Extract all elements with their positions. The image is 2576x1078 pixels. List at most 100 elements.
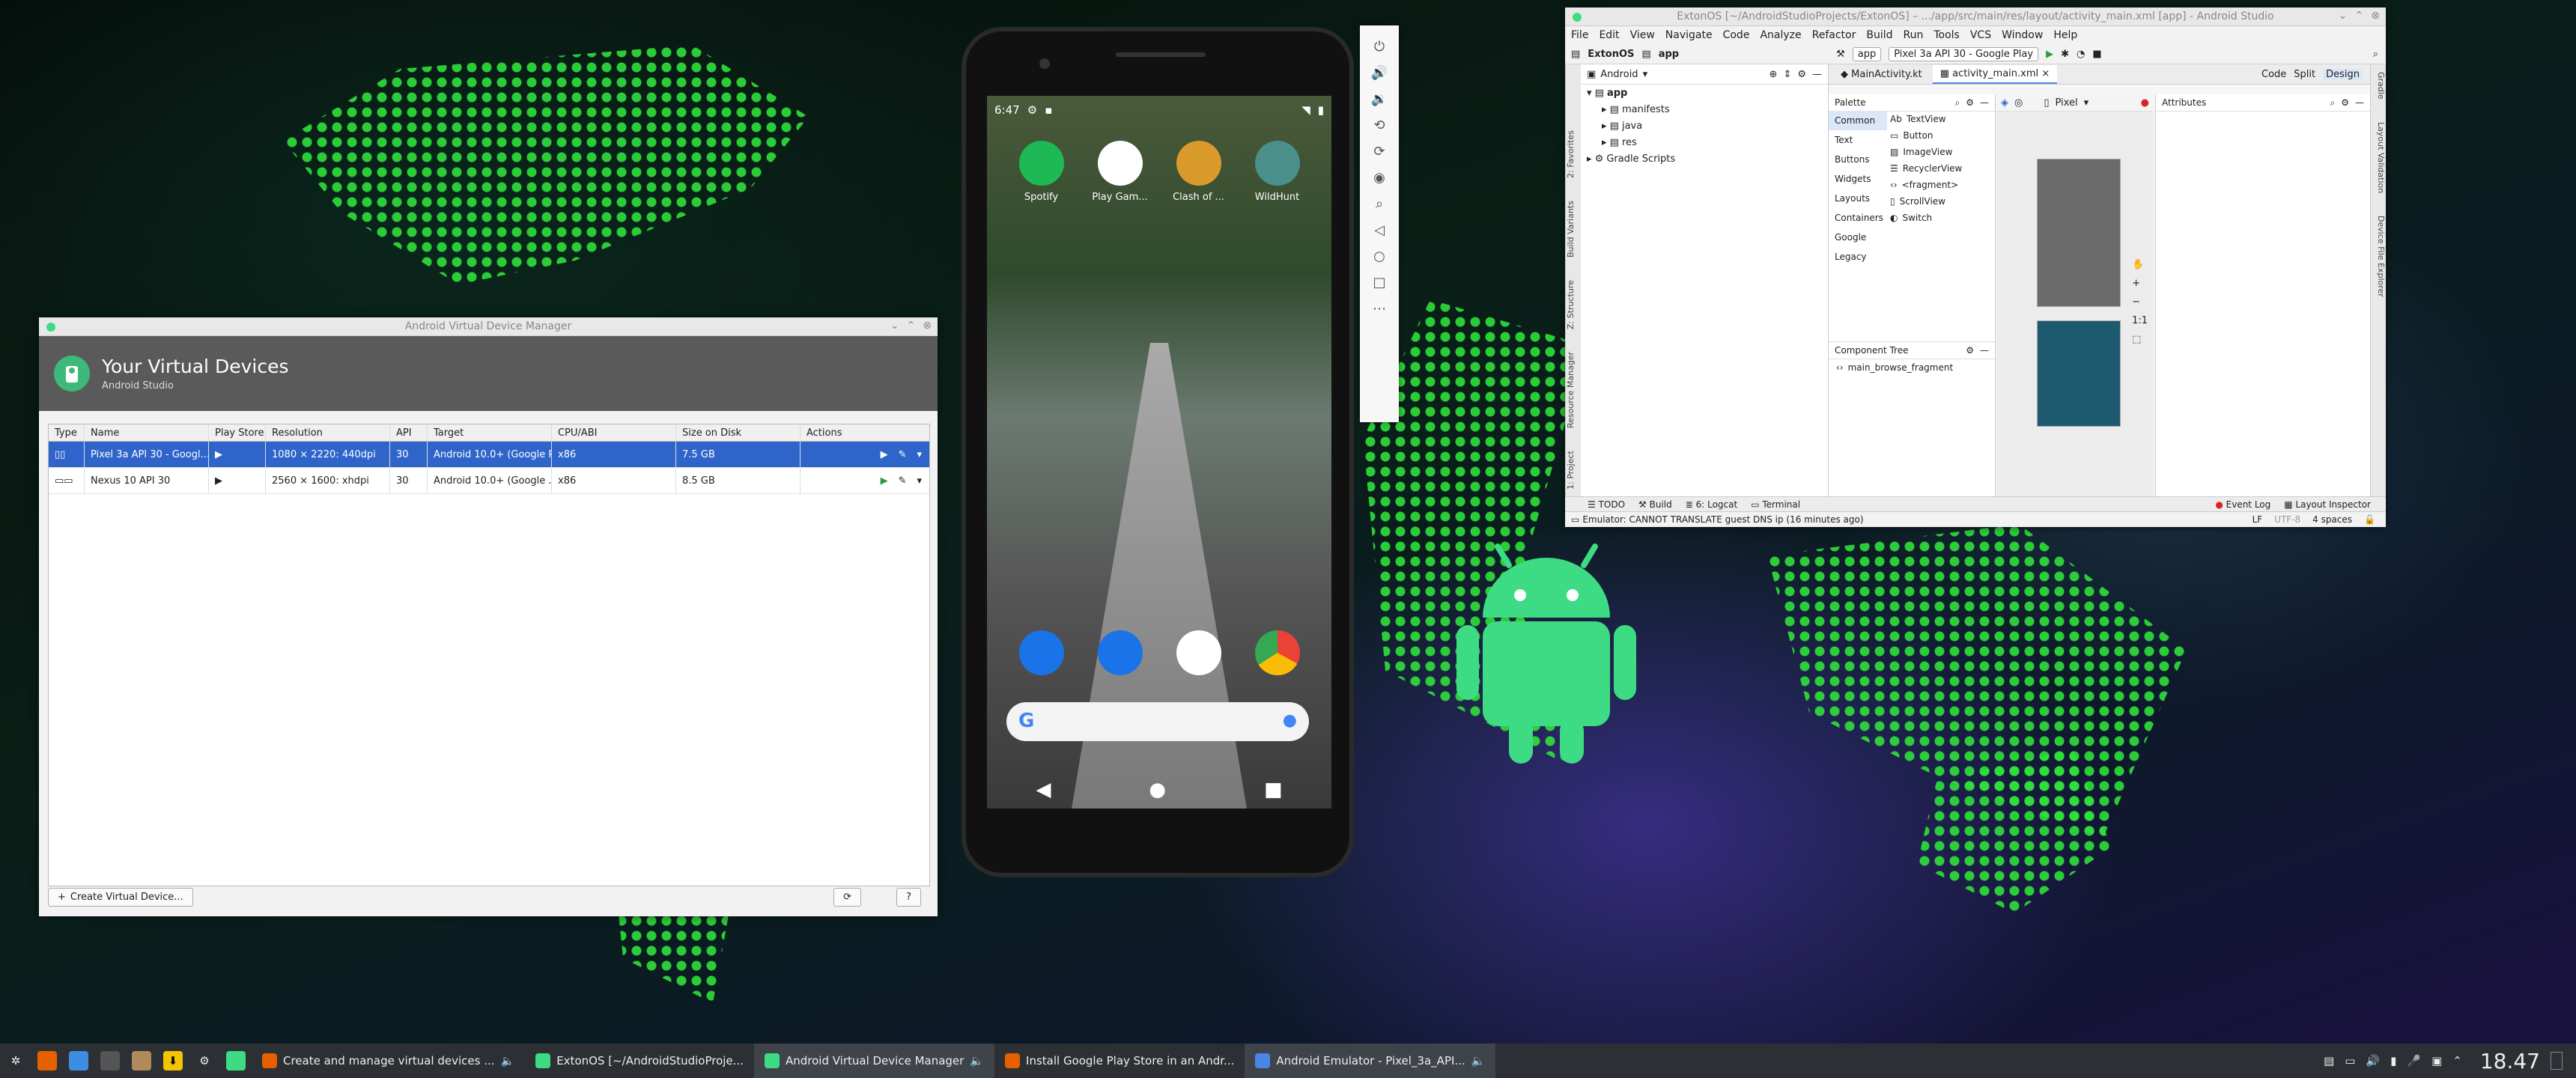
hide-icon[interactable]: — — [2355, 97, 2364, 109]
stop-icon[interactable]: ■ — [2092, 49, 2101, 60]
layers-icon[interactable]: ◈ — [2001, 97, 2008, 109]
avd-titlebar[interactable]: Android Virtual Device Manager ⌄ ⌃ ⊗ — [39, 317, 938, 336]
file-manager-icon[interactable] — [69, 1051, 88, 1071]
column-header[interactable]: Target — [428, 424, 552, 441]
firefox-icon[interactable] — [37, 1051, 57, 1071]
tab-activity-main[interactable]: ▦ activity_main.xml × — [1932, 64, 2058, 84]
display-icon[interactable]: ▭ — [2345, 1054, 2355, 1068]
table-row[interactable]: ▯▯ Pixel 3a API 30 - Googl... ▶ 1080 × 2… — [49, 442, 929, 468]
android-studio-window[interactable]: ExtonOS [~/AndroidStudioProjects/ExtonOS… — [1565, 7, 2386, 527]
android-studio-launcher-icon[interactable] — [226, 1051, 246, 1071]
overview-control-icon[interactable]: □ — [1373, 275, 1385, 290]
column-header[interactable]: Play Store — [209, 424, 266, 441]
network-icon[interactable]: ▣ — [2431, 1054, 2442, 1068]
rotate-right-icon[interactable]: ⟳ — [1373, 144, 1385, 159]
palette-category[interactable]: Google — [1829, 228, 1887, 247]
menu-refactor[interactable]: Refactor — [1812, 29, 1856, 41]
strip-favorites[interactable]: 2: Favorites — [1566, 130, 1581, 178]
show-desktop-button[interactable] — [2551, 1052, 2563, 1070]
play-store-app-icon[interactable] — [1176, 630, 1221, 675]
search-icon[interactable]: ⌕ — [2330, 97, 2336, 109]
column-header[interactable]: Name — [85, 424, 209, 441]
launch-icon[interactable]: ▶ — [881, 449, 888, 460]
phone-dialer-icon[interactable] — [1018, 630, 1064, 675]
create-virtual-device-button[interactable]: + Create Virtual Device... — [48, 888, 193, 907]
breadcrumb-module[interactable]: app — [1659, 49, 1679, 60]
archive-icon[interactable] — [132, 1051, 151, 1071]
home-icon[interactable]: ● — [1149, 779, 1166, 801]
edit-icon[interactable]: ✎ — [899, 449, 907, 460]
back-icon[interactable]: ◀ — [1036, 779, 1051, 801]
design-preview[interactable] — [2037, 159, 2121, 307]
blueprint-preview[interactable] — [2037, 320, 2121, 427]
menu-window[interactable]: Window — [2002, 29, 2043, 41]
chrome-icon[interactable] — [1254, 630, 1300, 675]
design-surface[interactable]: ◈ ◎ ▯ Pixel ▾ ● ✋ + − 1:1 ⬚ — [1996, 94, 2154, 497]
project-view-select[interactable]: Android — [1600, 69, 1638, 80]
terminal-icon[interactable] — [100, 1051, 120, 1071]
messages-icon[interactable] — [1097, 630, 1143, 675]
task-avd-manager[interactable]: Android Virtual Device Manager 🔈 — [753, 1044, 995, 1078]
emulator-screen[interactable]: 6:47 ⚙ ▪ ◥ ▮ Spotify Play Gam... Clash o… — [987, 96, 1331, 808]
clipboard-icon[interactable]: ▤ — [2324, 1054, 2334, 1068]
palette-item[interactable]: Ab TextView — [1890, 111, 1962, 127]
strip-build-variants[interactable]: Build Variants — [1566, 201, 1581, 258]
device-select[interactable]: Pixel 3a API 30 - Google Play — [1889, 46, 2039, 61]
menu-view[interactable]: View — [1630, 29, 1655, 41]
recents-icon[interactable]: ■ — [1264, 779, 1283, 801]
minimize-icon[interactable]: ⌄ — [2339, 10, 2348, 22]
palette-item[interactable]: ‹› <fragment> — [1890, 177, 1962, 193]
app-wildhunt[interactable]: WildHunt — [1248, 141, 1307, 203]
tree-item-manifests[interactable]: ▸ ▤ manifests — [1581, 101, 1828, 118]
strip-project[interactable]: 1: Project — [1566, 451, 1581, 490]
menu-vcs[interactable]: VCS — [1970, 29, 1991, 41]
volume-up-icon[interactable]: 🔊 — [1371, 65, 1388, 81]
tree-item-app[interactable]: ▾ ▤ app — [1581, 85, 1828, 101]
gear-icon[interactable]: ⚙ — [1966, 97, 1974, 109]
battery-tray-icon[interactable]: ▮ — [2390, 1054, 2396, 1068]
collapse-icon[interactable]: ⇕ — [1783, 69, 1791, 80]
app-spotify[interactable]: Spotify — [1012, 141, 1072, 203]
line-separator[interactable]: LF — [2253, 514, 2263, 525]
close-icon[interactable]: ⊗ — [2371, 10, 2380, 22]
blueprint-icon[interactable]: ◎ — [2014, 97, 2023, 109]
design-device-select[interactable]: Pixel — [2056, 97, 2078, 109]
status-message[interactable]: Emulator: CANNOT TRANSLATE guest DNS ip … — [1582, 514, 1863, 525]
menu-edit[interactable]: Edit — [1599, 29, 1619, 41]
mode-design[interactable]: Design — [2323, 68, 2363, 80]
taskbar-clock[interactable]: 18.47 — [2480, 1049, 2540, 1074]
column-header[interactable]: Type — [49, 424, 85, 441]
bottom-tab-build[interactable]: ⚒ Build — [1638, 499, 1672, 510]
palette-category[interactable]: Text — [1829, 130, 1887, 150]
palette-item[interactable]: ▨ ImageView — [1890, 144, 1962, 160]
gear-icon[interactable]: ⚙ — [1797, 69, 1806, 80]
column-header[interactable]: CPU/ABI — [552, 424, 676, 441]
task-emulator[interactable]: Android Emulator - Pixel_3a_API... 🔈 — [1245, 1044, 1496, 1078]
palette-category[interactable]: Legacy — [1829, 247, 1887, 267]
avd-manager-window[interactable]: Android Virtual Device Manager ⌄ ⌃ ⊗ You… — [39, 317, 938, 916]
palette-category[interactable]: Common — [1829, 111, 1887, 130]
strip-gradle[interactable]: Gradle — [2371, 72, 2386, 100]
indent-setting[interactable]: 4 spaces — [2312, 514, 2352, 525]
pan-icon[interactable]: ✋ — [2132, 259, 2148, 270]
maximize-icon[interactable]: ⌃ — [907, 320, 916, 332]
zoom-icon[interactable]: ⌕ — [1376, 196, 1383, 212]
palette-category[interactable]: Containers — [1829, 208, 1887, 228]
mode-split[interactable]: Split — [2294, 69, 2315, 80]
app-play-games[interactable]: Play Gam... — [1090, 141, 1150, 203]
power-icon[interactable]: ⏻ — [1374, 39, 1385, 55]
tree-item-res[interactable]: ▸ ▤ res — [1581, 134, 1828, 150]
bottom-tab-terminal[interactable]: ▭ Terminal — [1751, 499, 1800, 510]
zoom-one-to-one[interactable]: 1:1 — [2132, 315, 2148, 326]
bottom-tab-event-log[interactable]: ● Event Log — [2215, 499, 2270, 510]
column-header[interactable]: Resolution — [266, 424, 390, 441]
hammer-icon[interactable]: ⚒ — [1836, 49, 1845, 60]
bottom-tab-logcat[interactable]: ≣ 6: Logcat — [1686, 499, 1737, 510]
app-clash[interactable]: Clash of ... — [1169, 141, 1229, 203]
hide-icon[interactable]: — — [1812, 69, 1822, 80]
locate-icon[interactable]: ⊕ — [1770, 69, 1778, 80]
close-tab-icon[interactable]: × — [2041, 68, 2050, 79]
tree-item-java[interactable]: ▸ ▤ java — [1581, 118, 1828, 134]
close-icon[interactable]: ⊗ — [923, 320, 932, 332]
chevron-down-icon[interactable]: ▾ — [1643, 69, 1648, 80]
